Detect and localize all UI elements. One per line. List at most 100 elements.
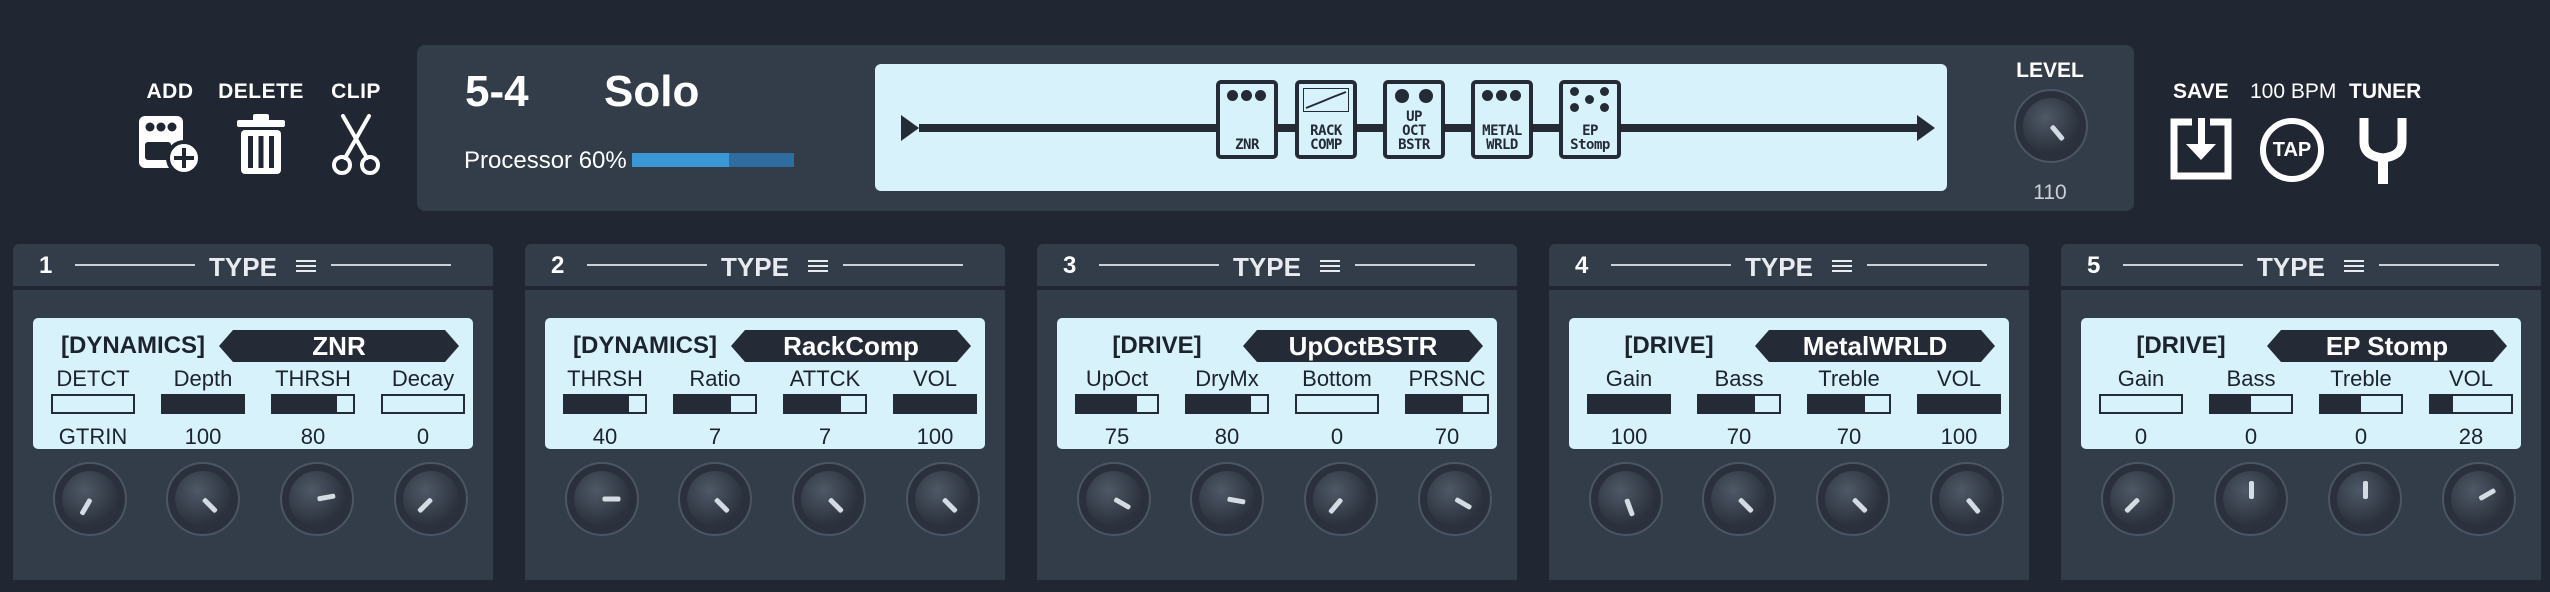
param-name: VOL — [2448, 366, 2494, 391]
param-4[interactable]: VOL 100 — [885, 366, 985, 450]
chain-pedal-5[interactable]: EP Stomp — [1559, 80, 1621, 159]
param-knob-2[interactable] — [678, 462, 752, 536]
chain-pedal-3[interactable]: UP OCT BSTR — [1383, 80, 1445, 159]
param-1[interactable]: Gain 100 — [1579, 366, 1679, 450]
unit-body: [DRIVE] EP Stomp Gain 0 Bass 0 Treble 0 VOL 28 — [2061, 290, 2541, 580]
param-bar — [271, 394, 355, 414]
param-2[interactable]: Bass 70 — [1689, 366, 1789, 450]
param-knob-4[interactable] — [1418, 462, 1492, 536]
clip-button[interactable]: CLIP — [311, 80, 401, 176]
param-knob-1[interactable] — [1589, 462, 1663, 536]
menu-icon[interactable] — [1320, 260, 1340, 275]
param-4[interactable]: Decay 0 — [373, 366, 473, 450]
param-1[interactable]: Gain 0 — [2091, 366, 2191, 450]
param-3[interactable]: Treble 0 — [2311, 366, 2411, 450]
menu-icon[interactable] — [1832, 260, 1852, 275]
param-1[interactable]: DETCT GTRIN — [43, 366, 143, 450]
param-knob-3[interactable] — [2328, 462, 2402, 536]
param-bar-fill — [1077, 396, 1137, 412]
param-bar — [563, 394, 647, 414]
effect-name[interactable]: UpOctBSTR — [1243, 330, 1483, 362]
param-4[interactable]: VOL 28 — [2421, 366, 2521, 450]
param-knob-2[interactable] — [1190, 462, 1264, 536]
param-knob-4[interactable] — [394, 462, 468, 536]
type-selector[interactable]: TYPE — [1745, 252, 1813, 283]
param-2[interactable]: Depth 100 — [153, 366, 253, 450]
effect-name[interactable]: MetalWRLD — [1755, 330, 1995, 362]
param-knob-2[interactable] — [166, 462, 240, 536]
chain-pedal-2[interactable]: RACK COMP — [1295, 80, 1357, 159]
add-effect-icon — [125, 114, 215, 176]
type-selector[interactable]: TYPE — [2257, 252, 2325, 283]
param-knob-3[interactable] — [792, 462, 866, 536]
param-knob-3[interactable] — [1304, 462, 1378, 536]
param-knob-4[interactable] — [1930, 462, 2004, 536]
param-knob-3[interactable] — [1816, 462, 1890, 536]
unit-screen: [DRIVE] EP Stomp Gain 0 Bass 0 Treble 0 VOL 28 — [2081, 318, 2521, 449]
effect-category: [DRIVE] — [1624, 332, 1714, 359]
param-bar — [1807, 394, 1891, 414]
param-1[interactable]: THRSH 40 — [555, 366, 655, 450]
effect-name[interactable]: EP Stomp — [2267, 330, 2507, 362]
effect-name[interactable]: ZNR — [219, 330, 459, 362]
param-2[interactable]: Ratio 7 — [665, 366, 765, 450]
param-name: UpOct — [1085, 366, 1149, 391]
param-knob-4[interactable] — [2442, 462, 2516, 536]
effect-unit-1: 1 TYPE [DYNAMICS] ZNR DETCT GTRIN Depth 100 THRS… — [13, 244, 493, 580]
menu-icon[interactable] — [2344, 260, 2364, 275]
unit-screen: [DRIVE] MetalWRLD Gain 100 Bass 70 Treble 70 VOL… — [1569, 318, 2009, 449]
param-bar — [381, 394, 465, 414]
tuner-button[interactable] — [2358, 116, 2408, 191]
param-value: 0 — [416, 424, 430, 449]
param-knob-2[interactable] — [2214, 462, 2288, 536]
add-button[interactable]: ADD — [125, 80, 215, 176]
unit-body: [DYNAMICS] ZNR DETCT GTRIN Depth 100 THRSH 80 De… — [13, 290, 493, 580]
chain-pedal-4[interactable]: METAL WRLD — [1471, 80, 1533, 159]
param-3[interactable]: Bottom 0 — [1287, 366, 1387, 450]
param-4[interactable]: VOL 100 — [1909, 366, 2009, 450]
param-name: Treble — [1818, 366, 1880, 391]
param-2[interactable]: Bass 0 — [2201, 366, 2301, 450]
param-bar-fill — [675, 396, 731, 412]
header-divider — [1099, 264, 1219, 266]
preset-name[interactable]: Solo — [604, 67, 699, 117]
param-4[interactable]: PRSNC 70 — [1397, 366, 1497, 450]
effect-unit-3: 3 TYPE [DRIVE] UpOctBSTR UpOct 75 DryMx 80 Botto… — [1037, 244, 1517, 580]
unit-screen: [DYNAMICS] ZNR DETCT GTRIN Depth 100 THRSH 80 De… — [33, 318, 473, 449]
param-2[interactable]: DryMx 80 — [1177, 366, 1277, 450]
param-3[interactable]: ATTCK 7 — [775, 366, 875, 450]
param-knob-3[interactable] — [280, 462, 354, 536]
effect-name[interactable]: RackComp — [731, 330, 971, 362]
type-selector[interactable]: TYPE — [1233, 252, 1301, 283]
param-bar — [2099, 394, 2183, 414]
param-knob-1[interactable] — [565, 462, 639, 536]
level-knob[interactable] — [2014, 89, 2088, 163]
effect-unit-4: 4 TYPE [DRIVE] MetalWRLD Gain 100 Bass 70 Treble… — [1549, 244, 2029, 580]
save-button[interactable] — [2168, 116, 2234, 187]
type-selector[interactable]: TYPE — [209, 252, 277, 283]
tap-tempo-button[interactable]: TAP — [2260, 118, 2324, 182]
effect-category: [DYNAMICS] — [61, 332, 205, 359]
param-3[interactable]: THRSH 80 — [263, 366, 363, 450]
param-name: Bottom — [1302, 366, 1372, 391]
effect-unit-2: 2 TYPE [DYNAMICS] RackComp THRSH 40 Ratio 7 ATTC… — [525, 244, 1005, 580]
header-divider — [1355, 264, 1475, 266]
param-knob-1[interactable] — [2101, 462, 2175, 536]
preset-number[interactable]: 5-4 — [465, 67, 529, 117]
chain-pedal-1[interactable]: ZNR — [1216, 80, 1278, 159]
menu-icon[interactable] — [296, 260, 316, 275]
param-1[interactable]: UpOct 75 — [1067, 366, 1167, 450]
menu-icon[interactable] — [808, 260, 828, 275]
param-name: Gain — [2117, 366, 2165, 391]
param-bar — [51, 394, 135, 414]
delete-button[interactable]: DELETE — [216, 80, 306, 176]
header-divider — [331, 264, 451, 266]
param-knob-1[interactable] — [1077, 462, 1151, 536]
param-name: Bass — [2226, 366, 2276, 391]
param-3[interactable]: Treble 70 — [1799, 366, 1899, 450]
unit-number: 4 — [1575, 252, 1589, 279]
param-knob-1[interactable] — [53, 462, 127, 536]
param-knob-4[interactable] — [906, 462, 980, 536]
type-selector[interactable]: TYPE — [721, 252, 789, 283]
param-knob-2[interactable] — [1702, 462, 1776, 536]
